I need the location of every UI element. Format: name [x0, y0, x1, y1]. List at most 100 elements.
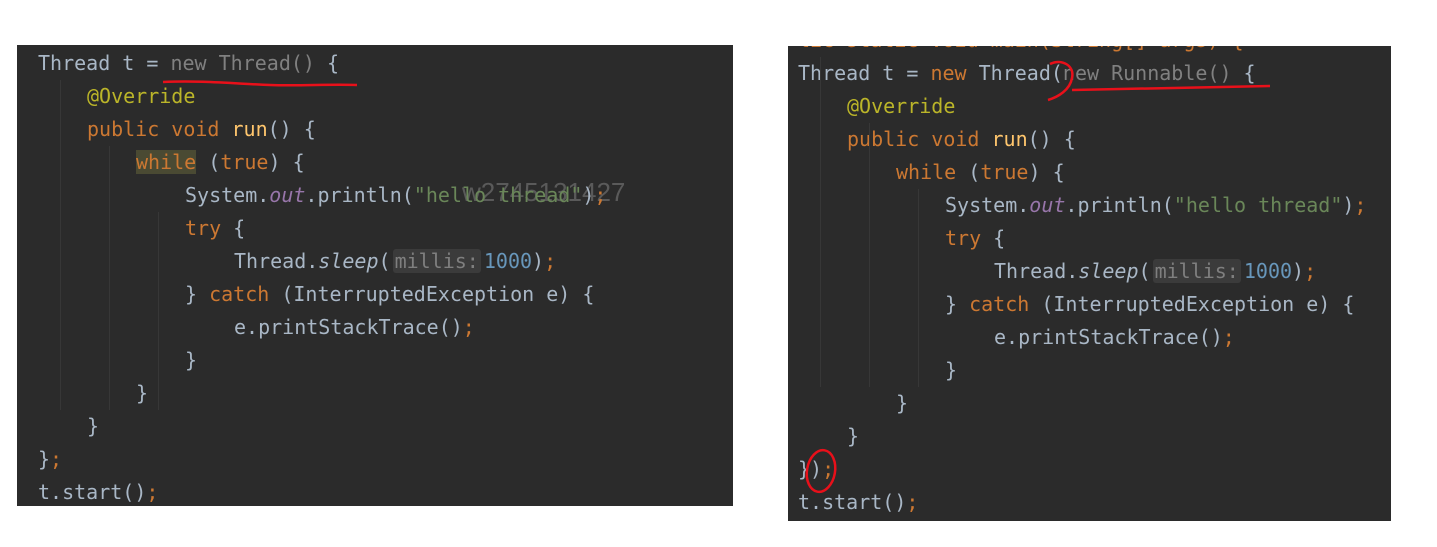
code-token: 1000: [483, 249, 533, 273]
code-line: }: [945, 354, 957, 387]
code-token: Thread.: [234, 249, 319, 273]
code-token: () {: [1027, 127, 1076, 151]
parameter-hint: millis:: [1152, 259, 1241, 283]
code-token: ;: [462, 315, 475, 339]
code-token: t.start(): [38, 480, 147, 504]
code-token: true: [980, 160, 1029, 184]
code-token: run: [991, 127, 1028, 151]
code-token: Thread t =: [38, 51, 171, 75]
code-token: ): [582, 183, 595, 207]
code-token: }: [185, 348, 198, 372]
code-token: Thread t =: [798, 61, 931, 85]
code-token: new Thread(): [170, 51, 315, 75]
indent-guide: [60, 80, 61, 410]
parameter-hint: millis:: [392, 249, 481, 273]
code-token: ;: [594, 183, 607, 207]
code-line: @Override: [87, 80, 195, 113]
code-line: } catch (InterruptedException e) {: [185, 278, 594, 311]
code-token: (: [196, 150, 221, 174]
indent-guide: [918, 189, 919, 387]
code-token: }: [185, 282, 210, 306]
code-token: ;: [1354, 193, 1367, 217]
code-token: () {: [267, 117, 316, 141]
code-token: while: [136, 150, 197, 174]
code-line: System.out.println("hello thread");: [185, 179, 606, 212]
code-token: run: [231, 117, 268, 141]
code-token: ;: [822, 457, 835, 481]
code-token: out: [1029, 193, 1066, 217]
code-line: Thread.sleep(millis: 1000);: [234, 245, 556, 278]
code-line: lic static void main(String[] args) {: [798, 46, 1244, 57]
code-token: new Runnable(): [1062, 61, 1232, 85]
code-line: e.printStackTrace();: [994, 321, 1235, 354]
code-token: lic static void main(String[] args) {: [798, 46, 1244, 52]
code-line: System.out.println("hello thread");: [945, 189, 1366, 222]
code-token: e.printStackTrace(): [994, 325, 1223, 349]
code-token: }: [87, 414, 100, 438]
code-token: }: [945, 292, 970, 316]
code-token: }: [945, 358, 958, 382]
code-token: sleep: [1078, 259, 1139, 283]
code-token: true: [220, 150, 269, 174]
code-token: (InterruptedException e) {: [1029, 292, 1355, 316]
code-token: @Override: [87, 84, 196, 108]
code-token: "hello thread": [413, 183, 583, 207]
code-token: .println(: [305, 183, 414, 207]
code-line: };: [38, 443, 62, 476]
code-token: try: [185, 216, 222, 240]
code-token: new: [930, 61, 979, 85]
code-token: sleep: [318, 249, 379, 273]
code-line: });: [798, 453, 834, 486]
code-token: (: [1138, 259, 1151, 283]
code-line: @Override: [847, 90, 955, 123]
code-token: ;: [1304, 259, 1317, 283]
code-token: (InterruptedException e) {: [269, 282, 595, 306]
code-token: ) {: [1028, 160, 1065, 184]
code-token: System.: [185, 183, 270, 207]
code-token: }: [136, 381, 149, 405]
code-token: ) {: [268, 150, 305, 174]
code-token: {: [1231, 61, 1256, 85]
code-token: }: [38, 447, 51, 471]
code-line: }: [847, 420, 859, 453]
code-token: ;: [906, 490, 919, 514]
code-line: Thread.sleep(millis: 1000);: [994, 255, 1316, 288]
indent-guide: [869, 123, 870, 387]
code-token: {: [314, 51, 340, 75]
code-token: catch: [209, 282, 270, 306]
code-token: t.start(): [798, 490, 907, 514]
code-token: catch: [969, 292, 1030, 316]
code-token: }): [798, 457, 823, 481]
code-token: out: [269, 183, 306, 207]
code-token: public void: [87, 117, 232, 141]
code-token: }: [847, 424, 860, 448]
code-line: }: [896, 387, 908, 420]
code-line: }: [185, 344, 197, 377]
code-token: e.printStackTrace(): [234, 315, 463, 339]
left-code-panel: w2745131427 Thread t = new Thread() {@Ov…: [17, 45, 733, 506]
code-token: ;: [544, 249, 557, 273]
code-line: e.printStackTrace();: [234, 311, 475, 344]
code-token: System.: [945, 193, 1030, 217]
code-token: Thread.: [994, 259, 1079, 283]
indent-guide: [820, 57, 821, 387]
code-line: public void run() {: [847, 123, 1076, 156]
code-line: public void run() {: [87, 113, 316, 146]
code-token: ): [1292, 259, 1305, 283]
code-line: while (true) {: [136, 146, 305, 179]
code-line: t.start();: [798, 486, 918, 519]
code-token: ;: [146, 480, 159, 504]
code-token: ): [1342, 193, 1355, 217]
code-token: 1000: [1243, 259, 1293, 283]
indent-guide: [109, 146, 110, 410]
code-token: @Override: [847, 94, 956, 118]
code-token: while: [896, 160, 957, 184]
code-token: try: [945, 226, 982, 250]
code-token: {: [981, 226, 1006, 250]
code-line: while (true) {: [896, 156, 1065, 189]
code-token: (: [378, 249, 391, 273]
code-token: ;: [1222, 325, 1235, 349]
code-token: ): [532, 249, 545, 273]
code-token: Thread(: [978, 61, 1063, 85]
code-line: Thread t = new Thread() {: [38, 47, 339, 80]
